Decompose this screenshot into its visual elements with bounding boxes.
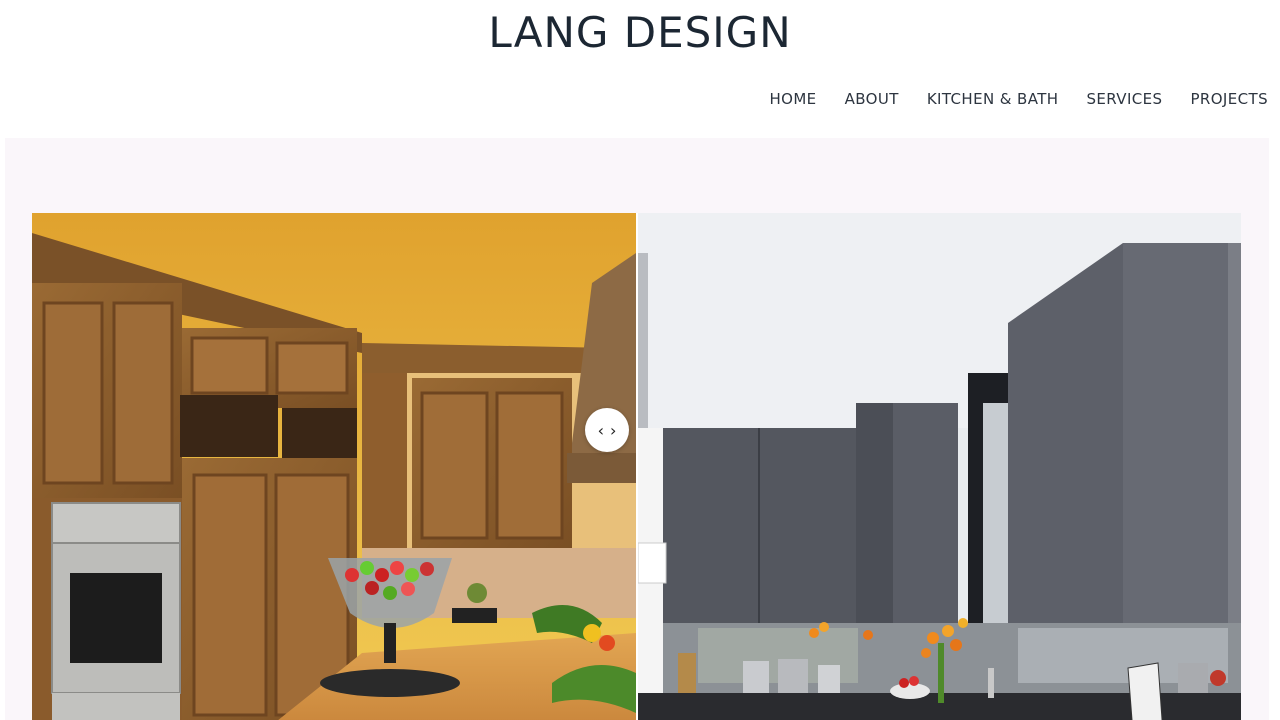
- compare-arrows-icon[interactable]: ‹ ›: [585, 408, 629, 452]
- nav-services[interactable]: SERVICES: [1086, 88, 1162, 110]
- nav-projects[interactable]: PROJECTS: [1190, 88, 1268, 110]
- nav-kitchen-bath[interactable]: KITCHEN & BATH: [927, 88, 1059, 110]
- nav-about[interactable]: ABOUT: [845, 88, 899, 110]
- chevron-left-icon: ‹: [597, 420, 604, 440]
- chevron-right-icon: ›: [610, 420, 617, 440]
- slider-divider[interactable]: [636, 213, 638, 720]
- before-after-slider[interactable]: [32, 213, 1241, 720]
- site-logo[interactable]: LANG DESIGN: [0, 8, 1280, 57]
- modern-kitchen-image: [638, 213, 1241, 720]
- main-nav: HOME ABOUT KITCHEN & BATH SERVICES PROJE…: [741, 88, 1280, 110]
- nav-home[interactable]: HOME: [769, 88, 816, 110]
- traditional-kitchen-image: [32, 213, 636, 720]
